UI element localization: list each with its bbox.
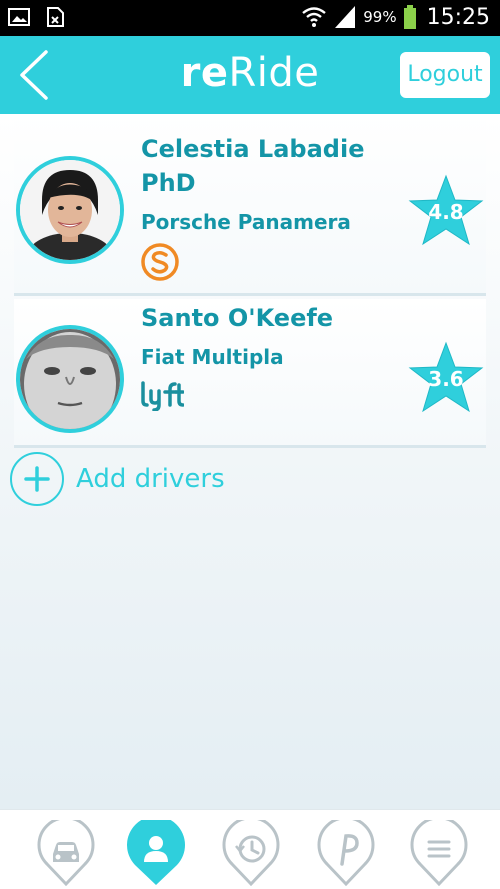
- app-header: reRide Logout: [0, 36, 500, 114]
- rating-star: 3.6: [408, 341, 484, 413]
- nav-parking[interactable]: [315, 820, 377, 886]
- add-drivers-button[interactable]: Add drivers: [10, 451, 225, 507]
- menu-icon: [410, 820, 468, 886]
- driver-name: Santo O'Keefe: [141, 304, 334, 332]
- driver-car: Fiat Multipla: [141, 345, 284, 369]
- parking-icon: [317, 820, 375, 886]
- rating-star: 4.8: [408, 174, 484, 246]
- add-drivers-label: Add drivers: [76, 464, 225, 494]
- sim-card-icon: [44, 6, 66, 28]
- plus-icon: [10, 452, 64, 506]
- rating-value: 3.6: [428, 367, 464, 391]
- battery-percent: 99%: [363, 8, 397, 26]
- rating-value: 4.8: [428, 200, 464, 224]
- list-item[interactable]: Celestia Labadie PhD Porsche Panamera 4.…: [14, 114, 486, 296]
- driver-car: Porsche Panamera: [141, 210, 351, 234]
- bottom-nav: [0, 809, 500, 889]
- driver-list: Celestia Labadie PhD Porsche Panamera 4.…: [0, 114, 500, 809]
- sidecar-icon: [140, 242, 180, 282]
- car-icon: [37, 820, 95, 886]
- driver-name: Celestia Labadie PhD: [141, 135, 365, 197]
- nav-menu[interactable]: [408, 820, 470, 886]
- logout-button[interactable]: Logout: [400, 52, 490, 98]
- lyft-icon: [140, 379, 185, 412]
- history-icon: [222, 820, 280, 886]
- wifi-icon: [301, 4, 327, 30]
- nav-profile[interactable]: [125, 820, 187, 886]
- nav-car[interactable]: [35, 820, 97, 886]
- status-bar: 99% 15:25: [0, 0, 500, 36]
- avatar: [16, 325, 124, 433]
- nav-history[interactable]: [220, 820, 282, 886]
- battery-icon: [403, 4, 417, 30]
- clock: 15:25: [426, 4, 490, 30]
- signal-icon: [333, 4, 357, 30]
- avatar: [16, 156, 124, 264]
- user-icon: [127, 820, 185, 885]
- list-item[interactable]: Santo O'Keefe Fiat Multipla 3.6: [14, 299, 486, 448]
- app-title-bold: re: [180, 50, 229, 96]
- image-icon: [8, 6, 30, 28]
- app-title-light: Ride: [228, 50, 320, 96]
